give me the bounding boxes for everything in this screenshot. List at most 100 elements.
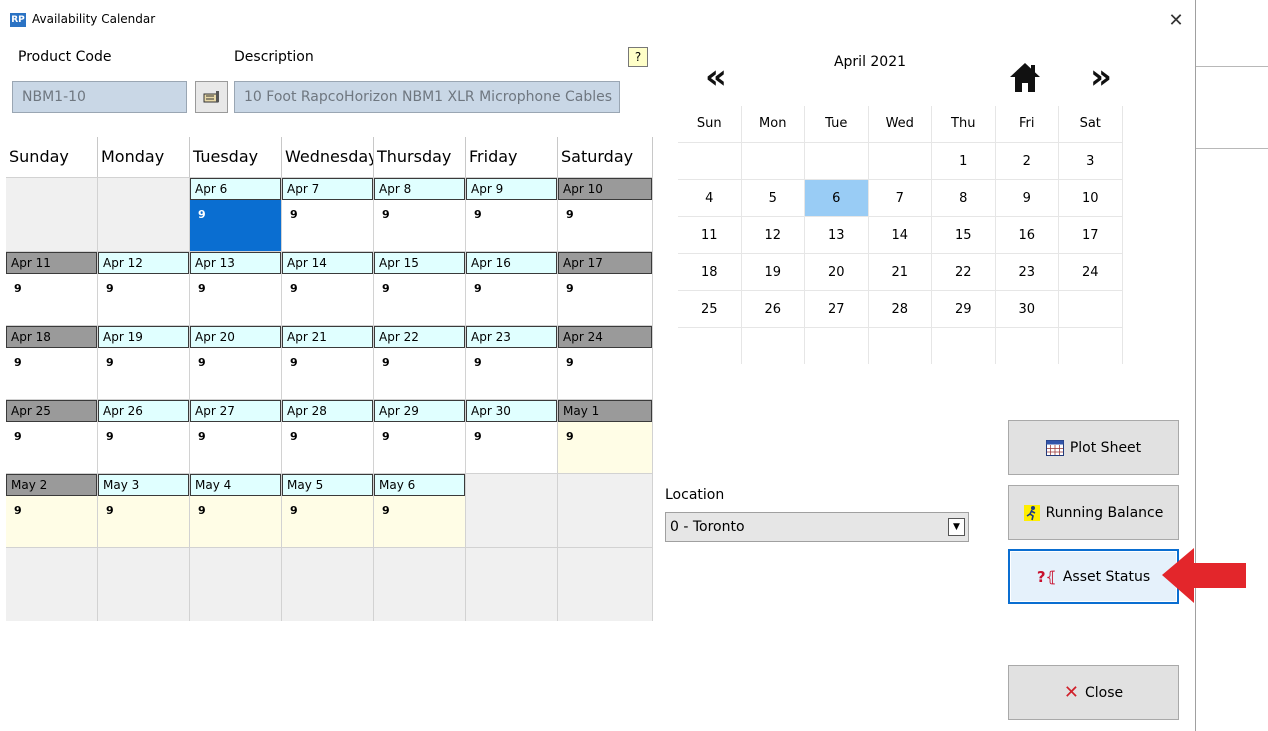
mini-day[interactable]: 19 bbox=[741, 253, 805, 290]
mini-day[interactable]: 24 bbox=[1059, 253, 1123, 290]
empty-day-cell[interactable] bbox=[466, 547, 558, 621]
mini-day[interactable]: 18 bbox=[678, 253, 742, 290]
day-cell[interactable]: Apr 6 9 bbox=[190, 177, 282, 251]
empty-day-cell[interactable] bbox=[558, 473, 653, 547]
empty-day-cell[interactable] bbox=[98, 547, 190, 621]
day-header-wednesday: Wednesday bbox=[282, 137, 374, 177]
day-cell[interactable]: May 3 9 bbox=[98, 473, 190, 547]
day-cell[interactable]: Apr 22 9 bbox=[374, 325, 466, 399]
mini-day[interactable]: 20 bbox=[805, 253, 869, 290]
mini-day[interactable]: 5 bbox=[741, 179, 805, 216]
day-cell[interactable]: Apr 27 9 bbox=[190, 399, 282, 473]
day-cell[interactable]: May 5 9 bbox=[282, 473, 374, 547]
day-date-label: Apr 19 bbox=[98, 326, 189, 348]
day-cell[interactable]: Apr 25 9 bbox=[6, 399, 98, 473]
day-date-label: Apr 9 bbox=[466, 178, 557, 200]
mini-day[interactable]: 9 bbox=[995, 179, 1059, 216]
product-picker-button[interactable] bbox=[195, 81, 228, 113]
close-button[interactable]: ✕ Close bbox=[1008, 665, 1179, 720]
day-cell[interactable]: Apr 21 9 bbox=[282, 325, 374, 399]
day-cell[interactable]: Apr 7 9 bbox=[282, 177, 374, 251]
day-cell[interactable]: Apr 12 9 bbox=[98, 251, 190, 325]
mini-day[interactable]: 30 bbox=[995, 290, 1059, 327]
mini-day bbox=[995, 327, 1059, 364]
mini-day bbox=[1059, 290, 1123, 327]
day-cell[interactable]: Apr 30 9 bbox=[466, 399, 558, 473]
day-cell[interactable]: Apr 17 9 bbox=[558, 251, 653, 325]
mini-day bbox=[805, 142, 869, 179]
chevron-down-icon[interactable]: ▼ bbox=[948, 518, 965, 536]
day-cell[interactable]: Apr 29 9 bbox=[374, 399, 466, 473]
mini-day[interactable]: 10 bbox=[1059, 179, 1123, 216]
asset-status-button[interactable]: ?⦃ Asset Status bbox=[1008, 549, 1179, 604]
empty-day-cell[interactable] bbox=[466, 473, 558, 547]
day-header-tuesday: Tuesday bbox=[190, 137, 282, 177]
mini-day[interactable]: 13 bbox=[805, 216, 869, 253]
day-cell[interactable]: Apr 20 9 bbox=[190, 325, 282, 399]
mini-day[interactable]: 26 bbox=[741, 290, 805, 327]
day-cell[interactable]: Apr 9 9 bbox=[466, 177, 558, 251]
mini-day[interactable]: 7 bbox=[868, 179, 932, 216]
day-cell[interactable]: Apr 26 9 bbox=[98, 399, 190, 473]
day-date-label: May 2 bbox=[6, 474, 97, 496]
home-button[interactable] bbox=[1008, 60, 1042, 100]
day-cell[interactable]: May 1 9 bbox=[558, 399, 653, 473]
day-cell[interactable]: Apr 28 9 bbox=[282, 399, 374, 473]
day-cell[interactable]: Apr 15 9 bbox=[374, 251, 466, 325]
day-cell[interactable]: Apr 23 9 bbox=[466, 325, 558, 399]
day-header-friday: Friday bbox=[466, 137, 558, 177]
day-cell[interactable]: Apr 14 9 bbox=[282, 251, 374, 325]
empty-day-cell[interactable] bbox=[282, 547, 374, 621]
day-cell[interactable]: Apr 16 9 bbox=[466, 251, 558, 325]
empty-day-cell[interactable] bbox=[190, 547, 282, 621]
description-field[interactable]: 10 Foot RapcoHorizon NBM1 XLR Microphone… bbox=[234, 81, 620, 113]
availability-count: 9 bbox=[14, 504, 22, 517]
day-cell[interactable]: Apr 11 9 bbox=[6, 251, 98, 325]
day-cell[interactable]: Apr 24 9 bbox=[558, 325, 653, 399]
mini-day[interactable]: 21 bbox=[868, 253, 932, 290]
mini-day[interactable]: 28 bbox=[868, 290, 932, 327]
empty-day-cell[interactable] bbox=[98, 177, 190, 251]
mini-day[interactable]: 22 bbox=[932, 253, 996, 290]
mini-day[interactable]: 15 bbox=[932, 216, 996, 253]
close-label: Close bbox=[1084, 684, 1124, 701]
day-cell[interactable]: Apr 18 9 bbox=[6, 325, 98, 399]
mini-day[interactable]: 3 bbox=[1059, 142, 1123, 179]
availability-count: 9 bbox=[198, 282, 206, 295]
day-date-label: Apr 21 bbox=[282, 326, 373, 348]
mini-day[interactable]: 27 bbox=[805, 290, 869, 327]
next-month-button[interactable]: » bbox=[1090, 60, 1112, 94]
mini-day[interactable]: 6 bbox=[805, 179, 869, 216]
day-cell[interactable]: Apr 10 9 bbox=[558, 177, 653, 251]
day-cell[interactable]: Apr 13 9 bbox=[190, 251, 282, 325]
mini-day[interactable]: 11 bbox=[678, 216, 742, 253]
mini-day[interactable]: 23 bbox=[995, 253, 1059, 290]
empty-day-cell[interactable] bbox=[374, 547, 466, 621]
day-cell[interactable]: Apr 8 9 bbox=[374, 177, 466, 251]
mini-day[interactable]: 1 bbox=[932, 142, 996, 179]
empty-day-cell[interactable] bbox=[6, 177, 98, 251]
mini-day[interactable]: 25 bbox=[678, 290, 742, 327]
running-balance-button[interactable]: Running Balance bbox=[1008, 485, 1179, 540]
mini-day[interactable]: 14 bbox=[868, 216, 932, 253]
previous-month-button[interactable]: « bbox=[705, 60, 727, 94]
empty-day-cell[interactable] bbox=[6, 547, 98, 621]
empty-day-cell[interactable] bbox=[558, 547, 653, 621]
mini-day[interactable]: 8 bbox=[932, 179, 996, 216]
mini-day[interactable]: 16 bbox=[995, 216, 1059, 253]
mini-day[interactable]: 29 bbox=[932, 290, 996, 327]
location-select[interactable]: 0 - Toronto ▼ bbox=[665, 512, 969, 542]
day-cell[interactable]: May 4 9 bbox=[190, 473, 282, 547]
plot-sheet-button[interactable]: Plot Sheet bbox=[1008, 420, 1179, 475]
window-close-button[interactable]: ✕ bbox=[1164, 9, 1188, 33]
day-cell[interactable]: May 2 9 bbox=[6, 473, 98, 547]
help-button[interactable]: ? bbox=[628, 47, 648, 67]
mini-day[interactable]: 2 bbox=[995, 142, 1059, 179]
mini-day[interactable]: 17 bbox=[1059, 216, 1123, 253]
availability-count: 9 bbox=[290, 430, 298, 443]
day-cell[interactable]: Apr 19 9 bbox=[98, 325, 190, 399]
mini-day[interactable]: 12 bbox=[741, 216, 805, 253]
mini-day[interactable]: 4 bbox=[678, 179, 742, 216]
product-code-field[interactable]: NBM1-10 bbox=[12, 81, 187, 113]
day-cell[interactable]: May 6 9 bbox=[374, 473, 466, 547]
